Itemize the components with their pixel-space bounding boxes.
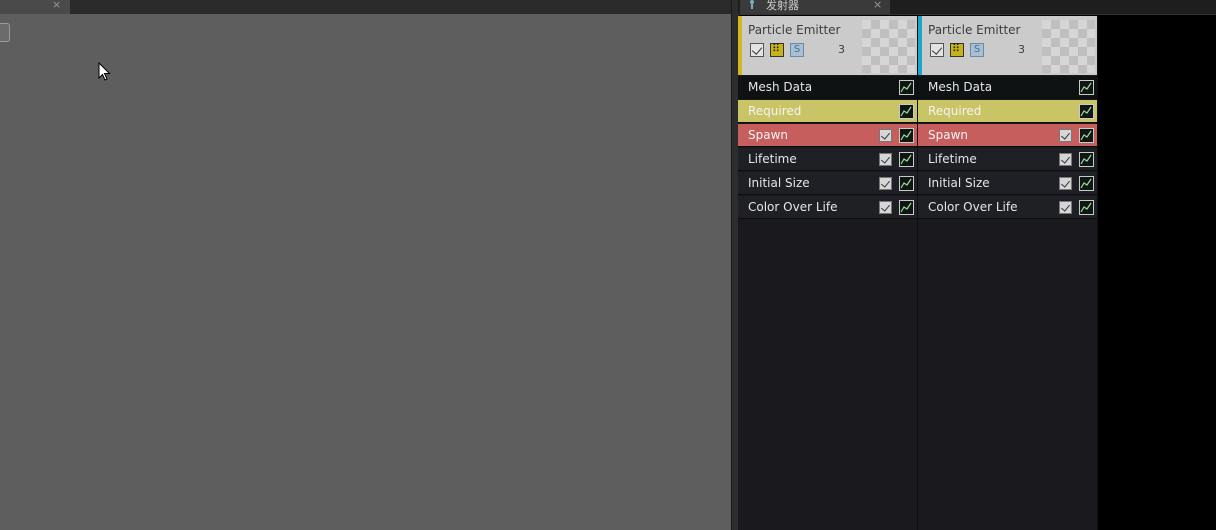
- emitter-thumbnail: [1042, 20, 1095, 73]
- emitter-solo-button[interactable]: S: [790, 43, 804, 57]
- tab-emitters[interactable]: [740, 0, 890, 14]
- module-label: Required: [748, 104, 802, 118]
- module-row[interactable]: Required: [738, 100, 917, 123]
- module-row[interactable]: Required: [918, 100, 1097, 123]
- module-enable-checkbox[interactable]: [1059, 129, 1072, 142]
- module-enable-checkbox[interactable]: [879, 177, 892, 190]
- emitter-thumbnail: [862, 20, 915, 73]
- module-label: Initial Size: [928, 176, 990, 190]
- curve-editor-icon[interactable]: [1079, 200, 1094, 215]
- emitter-header[interactable]: Particle Emitter S 3: [918, 16, 1097, 75]
- viewport-options-button[interactable]: [0, 23, 10, 42]
- module-label: Lifetime: [748, 152, 797, 166]
- emitter-column: Particle Emitter S 3 Mesh Data Required Sp…: [918, 16, 1098, 530]
- module-enable-checkbox[interactable]: [1059, 177, 1072, 190]
- emitter-name: Particle Emitter: [928, 23, 1021, 37]
- curve-editor-icon[interactable]: [1079, 80, 1094, 95]
- module-row[interactable]: Spawn: [738, 124, 917, 147]
- emitter-enable-checkbox[interactable]: [930, 43, 944, 57]
- module-label: Required: [928, 104, 982, 118]
- curve-editor-icon[interactable]: [1079, 152, 1094, 167]
- module-label: Lifetime: [928, 152, 977, 166]
- module-label: Color Over Life: [928, 200, 1018, 214]
- emitter-header[interactable]: Particle Emitter S 3: [738, 16, 917, 75]
- emitter-enable-checkbox[interactable]: [750, 43, 764, 57]
- curve-editor-icon[interactable]: [899, 80, 914, 95]
- emitter-particle-count: 3: [1018, 43, 1025, 56]
- curve-editor-icon[interactable]: [899, 152, 914, 167]
- curve-editor-icon[interactable]: [899, 128, 914, 143]
- emitter-particle-count: 3: [838, 43, 845, 56]
- left-tab-bar: [0, 0, 731, 14]
- mouse-cursor-icon: [98, 61, 112, 85]
- emitter-tab-icon: [748, 0, 756, 10]
- module-row[interactable]: Lifetime: [918, 148, 1097, 171]
- module-enable-checkbox[interactable]: [879, 153, 892, 166]
- curve-editor-icon[interactable]: [1079, 176, 1094, 191]
- emitter-solo-button[interactable]: S: [970, 43, 984, 57]
- module-label: Color Over Life: [748, 200, 838, 214]
- emitter-render-mode-icon[interactable]: [770, 42, 784, 57]
- module-label: Spawn: [748, 128, 789, 142]
- emitter-name: Particle Emitter: [748, 23, 841, 37]
- module-label: Mesh Data: [748, 80, 813, 94]
- curve-editor-icon[interactable]: [899, 200, 914, 215]
- module-row[interactable]: Color Over Life: [738, 196, 917, 219]
- module-label: Spawn: [928, 128, 969, 142]
- module-enable-checkbox[interactable]: [1059, 201, 1072, 214]
- emitter-accent-stripe: [918, 16, 922, 75]
- module-row[interactable]: Mesh Data: [738, 76, 917, 99]
- emitter-render-mode-icon[interactable]: [950, 42, 964, 57]
- module-enable-checkbox[interactable]: [1059, 153, 1072, 166]
- tab-close-icon[interactable]: ×: [873, 0, 882, 11]
- module-row[interactable]: Color Over Life: [918, 196, 1097, 219]
- tab-emitters-label: 发射器: [766, 0, 799, 12]
- module-row[interactable]: Initial Size: [918, 172, 1097, 195]
- module-enable-checkbox[interactable]: [879, 129, 892, 142]
- module-label: Initial Size: [748, 176, 810, 190]
- module-label: Mesh Data: [928, 80, 993, 94]
- curve-editor-icon[interactable]: [1079, 128, 1094, 143]
- module-row[interactable]: Initial Size: [738, 172, 917, 195]
- curve-editor-icon[interactable]: [899, 104, 914, 119]
- emitter-column: Particle Emitter S 3 Mesh Data Required Sp…: [738, 16, 918, 530]
- left-tab-close-icon[interactable]: ×: [52, 0, 61, 11]
- curve-editor-icon[interactable]: [899, 176, 914, 191]
- module-row[interactable]: Spawn: [918, 124, 1097, 147]
- emitter-accent-stripe: [738, 16, 742, 75]
- curve-editor-icon[interactable]: [1079, 104, 1094, 119]
- module-enable-checkbox[interactable]: [879, 201, 892, 214]
- module-row[interactable]: Lifetime: [738, 148, 917, 171]
- module-row[interactable]: Mesh Data: [918, 76, 1097, 99]
